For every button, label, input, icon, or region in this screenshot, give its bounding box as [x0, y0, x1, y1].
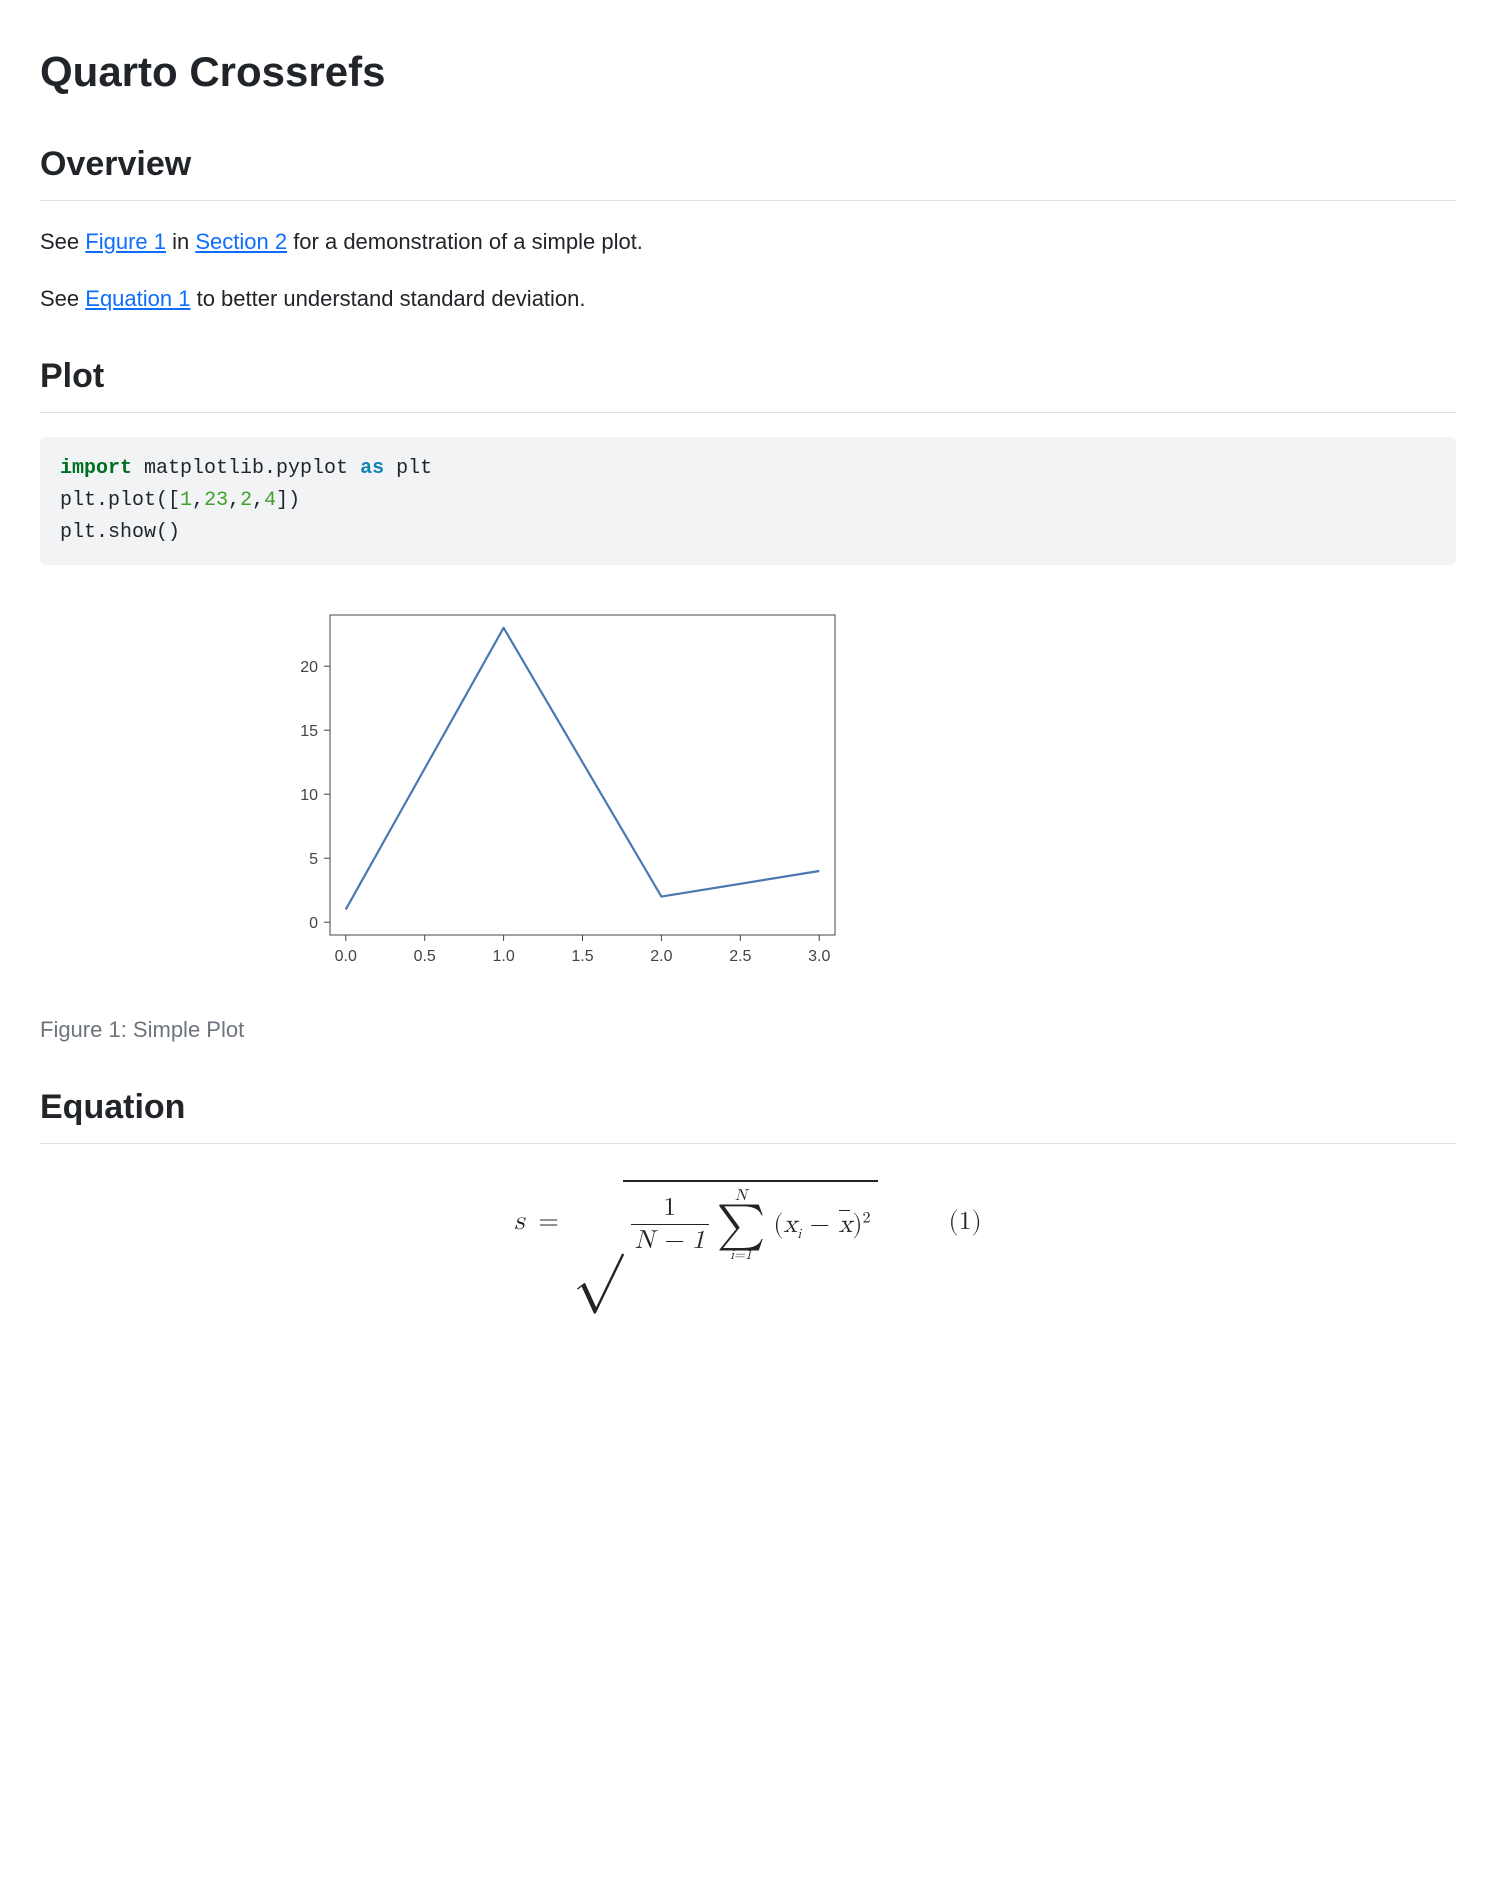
svg-text:0.0: 0.0	[335, 948, 357, 965]
equation-number: (1)	[948, 1203, 981, 1242]
figure-caption: Figure 1: Simple Plot	[40, 1013, 1456, 1046]
equation-variable-s: s	[514, 1203, 524, 1242]
sum-lower-bound: i=1	[730, 1246, 752, 1262]
code-token-number: 4	[264, 489, 276, 512]
svg-text:15: 15	[300, 723, 318, 740]
svg-text:0: 0	[309, 915, 318, 932]
overview-paragraph-1: See Figure 1 in Section 2 for a demonstr…	[40, 225, 1456, 258]
text: to better understand standard deviation.	[190, 286, 585, 311]
code-token: ])	[276, 489, 300, 512]
equation-fraction: 1 N − 1	[631, 1194, 709, 1257]
overview-paragraph-2: See Equation 1 to better understand stan…	[40, 282, 1456, 315]
link-figure-1[interactable]: Figure 1	[85, 229, 166, 254]
section-heading-plot: Plot	[40, 351, 1456, 413]
equation-xi: x	[783, 1212, 797, 1238]
equation-term: (xi − x)2	[773, 1206, 870, 1245]
text: in	[166, 229, 195, 254]
text: See	[40, 229, 85, 254]
equation-minus: −	[801, 1212, 839, 1238]
code-token: ,	[192, 489, 204, 512]
link-equation-1[interactable]: Equation 1	[85, 286, 190, 311]
equation-sqrt: √ 1 N − 1 N ∑ i=1 (xi − x)2	[573, 1180, 879, 1264]
code-token-number: 1	[180, 489, 192, 512]
svg-text:5: 5	[309, 851, 318, 868]
code-block: import matplotlib.pyplot as plt plt.plot…	[40, 437, 1456, 565]
code-token: ,	[228, 489, 240, 512]
code-token: plt	[384, 457, 432, 480]
figure-1: 0.0 0.5 1.0 1.5 2.0 2.5 3.0 0 5 10 15 20	[40, 595, 1456, 995]
paren-close: )	[852, 1212, 862, 1238]
equation-body: s = √ 1 N − 1 N ∑ i=1 (xi − x)2	[514, 1180, 878, 1264]
svg-text:2.0: 2.0	[650, 948, 672, 965]
text: for a demonstration of a simple plot.	[287, 229, 643, 254]
svg-text:1.5: 1.5	[571, 948, 593, 965]
sqrt-icon: √	[573, 1208, 623, 1268]
code-token-number: 2	[240, 489, 252, 512]
svg-text:10: 10	[300, 787, 318, 804]
svg-text:1.0: 1.0	[492, 948, 514, 965]
section-heading-overview: Overview	[40, 139, 1456, 201]
svg-text:3.0: 3.0	[808, 948, 830, 965]
equation-xbar: x	[839, 1212, 853, 1238]
sigma-icon: ∑	[717, 1205, 766, 1246]
paren-open: (	[773, 1212, 783, 1238]
line-chart-icon: 0.0 0.5 1.0 1.5 2.0 2.5 3.0 0 5 10 15 20	[260, 595, 880, 995]
bar-icon	[839, 1210, 851, 1211]
equation-1: s = √ 1 N − 1 N ∑ i=1 (xi − x)2 (1)	[40, 1180, 1456, 1264]
link-section-2[interactable]: Section 2	[195, 229, 287, 254]
code-token: plt.plot([	[60, 489, 180, 512]
text: See	[40, 286, 85, 311]
svg-text:20: 20	[300, 659, 318, 676]
code-token: ,	[252, 489, 264, 512]
equation-xbar-x: x	[839, 1212, 853, 1238]
svg-text:2.5: 2.5	[729, 948, 751, 965]
equation-superscript-2: 2	[862, 1210, 870, 1226]
code-token-number: 23	[204, 489, 228, 512]
fraction-denominator: N − 1	[631, 1224, 709, 1257]
equation-equals: =	[539, 1203, 559, 1242]
section-heading-equation: Equation	[40, 1082, 1456, 1144]
page-title: Quarto Crossrefs	[40, 40, 1456, 103]
code-token-keyword: as	[360, 457, 384, 480]
sqrt-body: 1 N − 1 N ∑ i=1 (xi − x)2	[623, 1180, 879, 1264]
plot-output: 0.0 0.5 1.0 1.5 2.0 2.5 3.0 0 5 10 15 20	[260, 595, 1456, 995]
code-token: matplotlib.pyplot	[132, 457, 360, 480]
code-token-keyword: import	[60, 457, 132, 480]
svg-text:0.5: 0.5	[414, 948, 436, 965]
equation-sum: N ∑ i=1	[717, 1188, 766, 1262]
code-token: plt.show()	[60, 521, 180, 544]
fraction-numerator: 1	[657, 1194, 682, 1224]
